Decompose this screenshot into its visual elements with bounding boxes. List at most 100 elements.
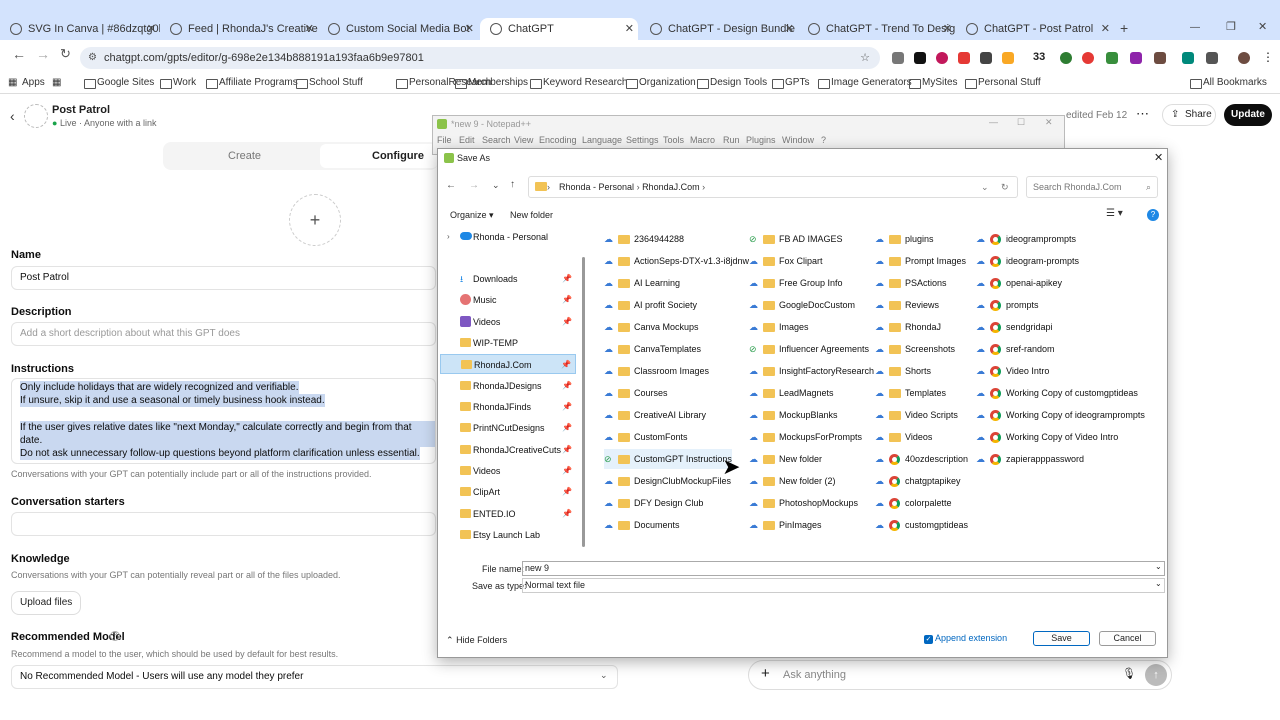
file-item[interactable]: ☁ customgptideas xyxy=(875,515,968,535)
menu-item[interactable]: ? xyxy=(821,135,826,145)
close-window-icon[interactable]: ✕ xyxy=(1258,20,1267,33)
file-item[interactable]: ☁ DFY Design Club xyxy=(604,493,703,513)
close-icon[interactable]: ✕ xyxy=(1154,151,1163,164)
save-button[interactable]: Save xyxy=(1033,631,1090,646)
close-icon[interactable]: ✕ xyxy=(1101,18,1110,40)
tab-chatgpt[interactable]: ChatGPT ✕ xyxy=(480,18,638,40)
help-icon[interactable]: ? xyxy=(1147,209,1159,221)
file-item[interactable]: ☁ Free Group Info xyxy=(749,273,843,293)
avatar[interactable] xyxy=(1238,52,1250,64)
tab-custom-social[interactable]: Custom Social Media Bot ✕ xyxy=(318,18,478,40)
back-icon[interactable]: ← xyxy=(12,46,26,62)
bookmark-item[interactable]: Affiliate Programs xyxy=(206,72,298,94)
file-item[interactable]: ☁ New folder (2) xyxy=(749,471,836,491)
file-item[interactable]: ☁ MockupBlanks xyxy=(749,405,838,425)
menu-item[interactable]: Encoding xyxy=(539,135,577,145)
file-item[interactable]: ☁ Videos xyxy=(875,427,932,447)
file-item[interactable]: ☁ plugins xyxy=(875,229,934,249)
menu-item[interactable]: Window xyxy=(782,135,814,145)
menu-item[interactable]: Run xyxy=(723,135,740,145)
bookmark-item[interactable]: Work xyxy=(160,72,196,94)
menu-item[interactable]: Macro xyxy=(690,135,715,145)
file-item[interactable]: ☁ Templates xyxy=(875,383,946,403)
file-item[interactable]: ☁ PinImages xyxy=(749,515,822,535)
cancel-button[interactable]: Cancel xyxy=(1099,631,1156,646)
forward-icon[interactable]: → xyxy=(469,180,479,191)
new-tab-icon[interactable]: + xyxy=(1120,20,1128,36)
file-item[interactable]: ☁ GoogleDocCustom xyxy=(749,295,855,315)
extension-icon[interactable] xyxy=(1182,52,1194,64)
extension-icon[interactable] xyxy=(1154,52,1166,64)
close-icon[interactable]: ✕ xyxy=(943,18,952,40)
file-item[interactable]: ☁ CanvaTemplates xyxy=(604,339,701,359)
nav-item[interactable]: ClipArt 📌 xyxy=(440,482,576,502)
address-bar[interactable]: ⚙ chatgpt.com/gpts/editor/g-698e2e134b888… xyxy=(80,47,880,69)
extension-icon[interactable] xyxy=(914,52,926,64)
upload-files-button[interactable]: Upload files xyxy=(11,591,82,615)
chevron-down-icon[interactable]: ⌄ xyxy=(1155,579,1162,588)
file-item[interactable]: ☁ Prompt Images xyxy=(875,251,966,271)
file-item[interactable]: ☁ ideogram-prompts xyxy=(976,251,1079,271)
file-item[interactable]: ☁ prompts xyxy=(976,295,1039,315)
bookmark-item[interactable]: Keyword Research xyxy=(530,72,627,94)
file-item[interactable]: ☁ Documents xyxy=(604,515,680,535)
plus-icon[interactable]: + xyxy=(761,665,770,682)
file-item[interactable]: ⊘ CustomGPT Instructions xyxy=(604,449,732,469)
file-item[interactable]: ☁ InsightFactoryResearch xyxy=(749,361,874,381)
bookmark-item[interactable]: Organization xyxy=(626,72,696,94)
save-type-select[interactable]: Normal text file xyxy=(522,578,1165,593)
nav-item[interactable]: RhondaJCreativeCuts 📌 xyxy=(440,440,576,460)
extension-icon[interactable] xyxy=(958,52,970,64)
tab-design-bundle[interactable]: ChatGPT - Design Bundle & Li✕ xyxy=(640,18,798,40)
file-item[interactable]: ☁ colorpalette xyxy=(875,493,952,513)
bookmark-item[interactable]: School Stuff xyxy=(296,72,363,94)
file-item[interactable]: ☁ Video Intro xyxy=(976,361,1049,381)
file-item[interactable]: ☁ CreativeAI Library xyxy=(604,405,706,425)
forward-icon[interactable]: → xyxy=(36,46,50,62)
refresh-icon[interactable]: ↻ xyxy=(1001,177,1009,197)
tab-configure[interactable]: Configure xyxy=(320,144,438,168)
search-input[interactable]: Search RhondaJ.Com ⌕ xyxy=(1026,176,1158,198)
nav-item[interactable]: Music 📌 xyxy=(440,290,576,310)
up-icon[interactable]: ↑ xyxy=(510,179,515,190)
address-path[interactable]: › Rhonda - Personal › RhondaJ.Com › ⌄ ↻ xyxy=(528,176,1018,198)
extension-icon[interactable] xyxy=(892,52,904,64)
view-options-icon[interactable]: ☰ ▾ xyxy=(1106,208,1123,219)
chevron-right-icon[interactable]: › xyxy=(447,227,450,247)
more-icon[interactable]: ⋯ xyxy=(1136,106,1149,122)
new-folder-button[interactable]: New folder xyxy=(510,210,553,220)
menu-item[interactable]: Plugins xyxy=(746,135,776,145)
bookmark-item[interactable]: MySites xyxy=(909,72,958,94)
description-field[interactable]: Add a short description about what this … xyxy=(11,322,436,346)
file-item[interactable]: ☁ Working Copy of customgptideas xyxy=(976,383,1138,403)
file-item[interactable]: ☁ chatgptapikey xyxy=(875,471,961,491)
menu-item[interactable]: Language xyxy=(582,135,622,145)
append-extension-checkbox[interactable]: ✓ Append extension xyxy=(924,633,1007,644)
chevron-down-icon[interactable]: ⌄ xyxy=(1155,562,1162,571)
close-icon[interactable]: ✕ xyxy=(305,18,314,40)
back-icon[interactable]: ← xyxy=(446,180,456,191)
file-item[interactable]: ☁ Working Copy of Video Intro xyxy=(976,427,1118,447)
back-arrow-icon[interactable]: ‹ xyxy=(10,108,15,124)
nav-item[interactable]: ⭳ Downloads 📌 xyxy=(440,269,576,289)
nav-item[interactable]: PrintNCutDesigns 📌 xyxy=(440,418,576,438)
file-item[interactable]: ☁ sendgridapi xyxy=(976,317,1053,337)
breadcrumb-item[interactable]: Rhonda - Personal xyxy=(559,182,634,192)
reload-icon[interactable]: ↻ xyxy=(60,46,71,62)
minimize-icon[interactable]: — xyxy=(989,117,998,127)
file-item[interactable]: ☁ 40ozdescription xyxy=(875,449,968,469)
instructions-field[interactable]: Only include holidays that are widely re… xyxy=(11,378,436,464)
site-info-icon[interactable]: ⚙ xyxy=(88,47,97,69)
nav-item[interactable]: Videos 📌 xyxy=(440,461,576,481)
microphone-icon[interactable]: 🎙 xyxy=(1122,667,1136,680)
file-item[interactable]: ☁ PhotoshopMockups xyxy=(749,493,858,513)
menu-item[interactable]: Tools xyxy=(663,135,684,145)
file-item[interactable]: ☁ New folder xyxy=(749,449,822,469)
apps-icon[interactable]: ▦ xyxy=(8,72,17,94)
bookmark-item[interactable]: Design Tools xyxy=(697,72,767,94)
file-item[interactable]: ☁ CustomFonts xyxy=(604,427,688,447)
info-icon[interactable]: ? xyxy=(110,631,120,641)
nav-item[interactable]: WIP-TEMP xyxy=(440,333,576,353)
bookmark-apps[interactable]: Apps xyxy=(22,72,45,94)
file-item[interactable]: ☁ AI Learning xyxy=(604,273,680,293)
